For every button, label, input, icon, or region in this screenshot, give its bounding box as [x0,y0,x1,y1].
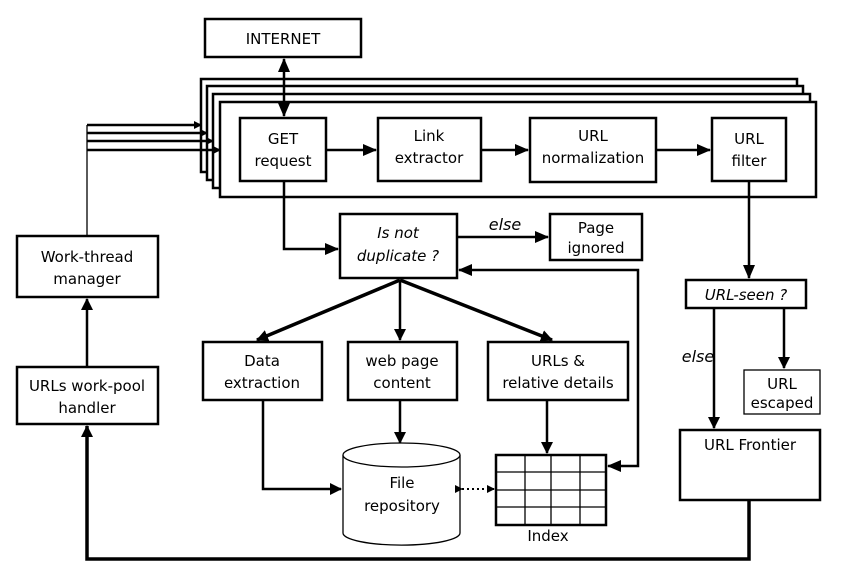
else-label: else [682,347,715,366]
page-ignored-box: Page ignored [548,212,644,262]
svg-text:duplicate ?: duplicate ? [357,247,439,265]
svg-text:Page: Page [578,219,614,237]
svg-text:extractor: extractor [395,149,464,167]
url-frontier-box: URL Frontier [678,428,822,502]
svg-text:repository: repository [364,497,440,515]
urls-work-pool-handler-box: URLs work-pool handler [15,365,160,426]
svg-text:request: request [254,152,311,170]
web-page-content-box: web page content [346,340,459,402]
thread-dispatch-arrows [86,121,221,236]
branch-arrows [256,278,553,342]
svg-text:URL: URL [767,375,797,393]
svg-text:escaped: escaped [751,394,814,412]
index-label: Index [527,527,568,545]
internet-box: INTERNET [203,17,363,59]
svg-text:web page: web page [365,352,438,370]
svg-text:Data: Data [244,352,280,370]
link-extractor-box: Link extractor [376,116,483,183]
web-crawler-diagram: INTERNET GET request Link extractor URL … [15,17,822,561]
svg-text:extraction: extraction [224,374,300,392]
is-not-duplicate-box: Is not duplicate ? [338,212,459,280]
svg-text:URLs &: URLs & [531,352,585,370]
svg-text:content: content [373,374,431,392]
svg-text:filter: filter [732,152,768,170]
url-normalization-box: URL normalization [528,116,658,184]
svg-text:INTERNET: INTERNET [246,30,321,48]
svg-text:GET: GET [268,130,299,148]
url-seen-box: URL-seen ? [684,278,808,310]
svg-text:Work-thread: Work-thread [41,248,134,266]
svg-text:relative details: relative details [502,374,614,392]
svg-text:handler: handler [58,399,116,417]
svg-text:Is not: Is not [377,224,420,242]
file-repository-cylinder: File repository [342,442,461,546]
url-escaped-box: URL escaped [743,369,821,415]
url-filter-box: URL filter [710,116,788,183]
data-extraction-box: Data extraction [201,340,324,402]
index-grid [494,453,608,527]
svg-text:URL-seen ?: URL-seen ? [705,286,788,304]
svg-text:URLs work-pool: URLs work-pool [29,377,145,395]
else-label: else [489,215,522,234]
svg-text:URL: URL [578,127,608,145]
svg-text:URL: URL [734,130,764,148]
svg-text:normalization: normalization [542,149,645,167]
svg-text:Link: Link [414,127,445,145]
svg-text:URL Frontier: URL Frontier [704,436,797,454]
svg-text:File: File [389,474,414,492]
arrow [261,400,342,495]
svg-text:manager: manager [53,270,121,288]
work-thread-manager-box: Work-thread manager [15,234,160,299]
urls-relative-details-box: URLs & relative details [486,340,630,402]
get-request-box: GET request [238,116,328,183]
svg-text:ignored: ignored [568,239,625,257]
